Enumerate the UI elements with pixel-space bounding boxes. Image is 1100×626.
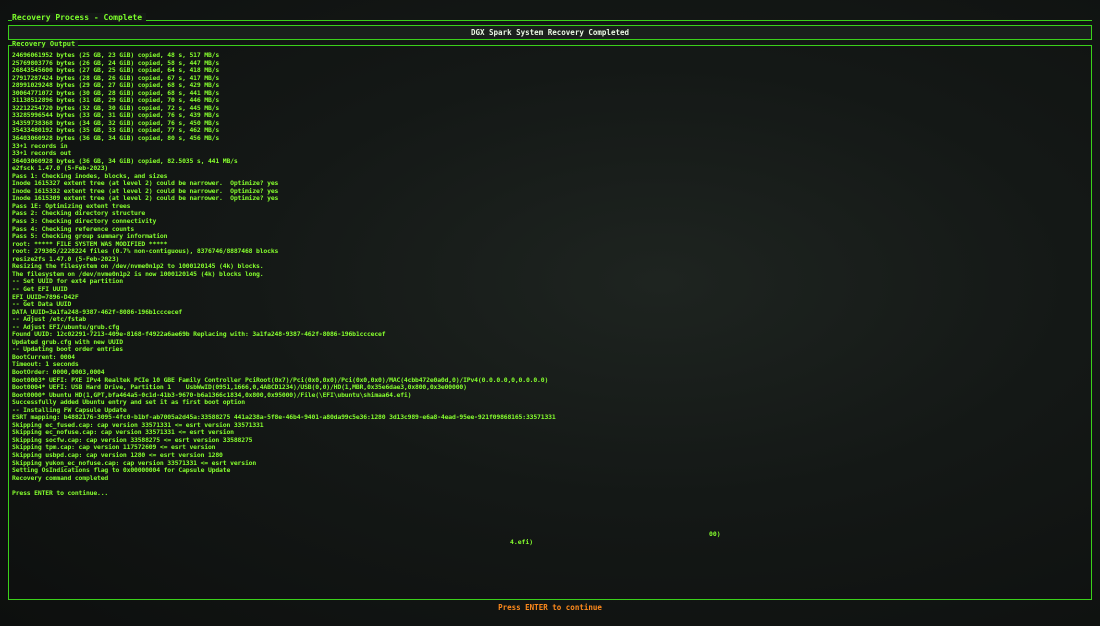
stray-output-fragment: 4.efi) (510, 538, 534, 546)
output-line: Inode 1615309 extent tree (at level 2) c… (12, 194, 279, 203)
header-band: DGX Spark System Recovery Completed (8, 25, 1092, 40)
output-panel-label: Recovery Output (12, 40, 79, 48)
continue-prompt[interactable]: Press ENTER to continue (0, 603, 1100, 612)
output-line: EFI_UUID=7896-D42F (12, 292, 79, 301)
output-line: Timeout: 1 seconds (12, 360, 79, 369)
output-line: Pass 1E: Optimizing extent trees (12, 201, 131, 210)
output-line: Found UUID: 12c02291-7213-409e-8168-f492… (12, 330, 386, 339)
output-line: Successfully added Ubuntu entry and set … (12, 398, 245, 407)
output-line: -- Adjust /etc/fstab (12, 315, 86, 324)
output-line: BootCurrent: 0004 (12, 352, 75, 361)
output-line: -- Set UUID for ext4 partition (12, 277, 123, 286)
output-line: Recovery command completed (12, 473, 109, 482)
output-line: Updated grub.cfg with new UUID (12, 337, 123, 346)
output-line: 36403060928 bytes (36 GB, 34 GiB) copied… (12, 156, 238, 165)
output-line: Pass 3: Checking directory connectivity (12, 217, 157, 226)
output-line: Setting OsIndications flag to 0x00000004… (12, 466, 231, 475)
output-line: 36403060928 bytes (36 GB, 34 GiB) copied… (12, 134, 220, 143)
output-line: The filesystem on /dev/nvme0n1p2 is now … (12, 269, 264, 278)
output-line: root: 279305/2228224 files (0.7% non-con… (12, 247, 279, 256)
output-line: -- Updating boot order entries (12, 345, 123, 354)
completion-header: DGX Spark System Recovery Completed (470, 28, 630, 37)
output-line: Pass 2: Checking directory structure (12, 209, 146, 218)
footer-rule (8, 599, 1092, 600)
output-line: 33+1 records in (12, 141, 68, 150)
output-log: 24696061952 bytes (25 GB, 23 GiB) copied… (12, 52, 1082, 592)
output-line: DATA_UUID=3a1fa248-9387-462f-8086-196b1c… (12, 307, 183, 316)
output-line: Pass 5: Checking group summary informati… (12, 232, 168, 241)
stray-output-fragment: 00) (709, 530, 721, 538)
window-title: Recovery Process - Complete (12, 13, 147, 22)
output-line: e2fsck 1.47.0 (5-Feb-2023) (12, 164, 109, 173)
output-line: -- Get EFI UUID (12, 284, 68, 293)
title-rule (8, 20, 1092, 21)
output-line: Pass 4: Checking reference counts (12, 224, 135, 233)
output-line: Press ENTER to continue... (12, 488, 109, 497)
